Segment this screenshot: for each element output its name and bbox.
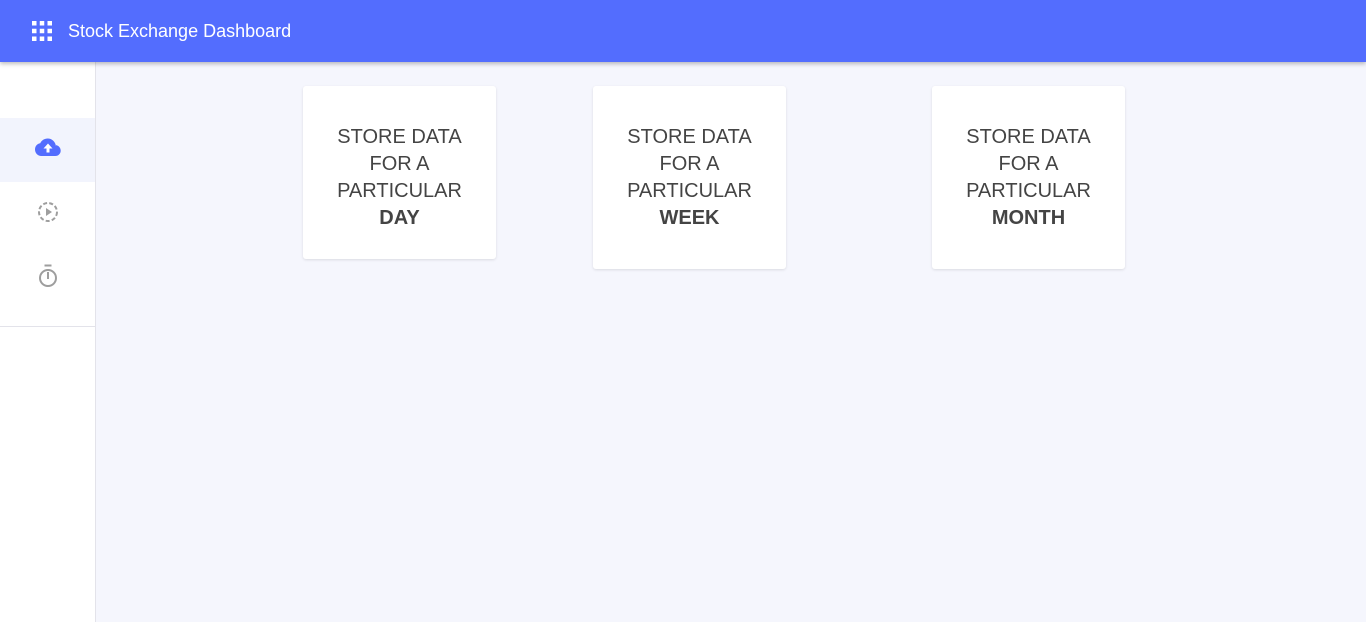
card-line: FOR A: [998, 153, 1059, 175]
card-period: MONTH: [991, 207, 1066, 229]
sidebar-divider: [0, 326, 95, 327]
app-bar: Stock Exchange Dashboard: [0, 0, 1366, 62]
sidebar-item-upload[interactable]: [0, 118, 95, 182]
card-line: PARTICULAR: [337, 180, 462, 202]
play-circle-icon: [37, 201, 59, 228]
card-line: FOR A: [369, 153, 430, 175]
card-line: STORE DATA: [337, 126, 462, 148]
card-line: STORE DATA: [966, 126, 1091, 148]
store-month-card[interactable]: STORE DATA FOR A PARTICULAR MONTH: [932, 86, 1125, 269]
cloud-upload-icon: [34, 138, 61, 163]
apps-grid-icon[interactable]: [32, 21, 52, 41]
card-line: FOR A: [659, 153, 720, 175]
app-title: Stock Exchange Dashboard: [68, 21, 292, 41]
timer-icon: [37, 264, 59, 293]
store-week-card[interactable]: STORE DATA FOR A PARTICULAR WEEK: [593, 86, 786, 269]
card-line: STORE DATA: [627, 126, 752, 148]
card-period: WEEK: [659, 207, 720, 229]
sidebar: [0, 62, 96, 622]
sidebar-item-timer[interactable]: [0, 246, 95, 310]
card-line: PARTICULAR: [627, 180, 752, 202]
store-day-card[interactable]: STORE DATA FOR A PARTICULAR DAY: [303, 86, 496, 259]
card-line: PARTICULAR: [966, 180, 1091, 202]
sidebar-item-play[interactable]: [0, 182, 95, 246]
card-period: DAY: [379, 207, 420, 229]
